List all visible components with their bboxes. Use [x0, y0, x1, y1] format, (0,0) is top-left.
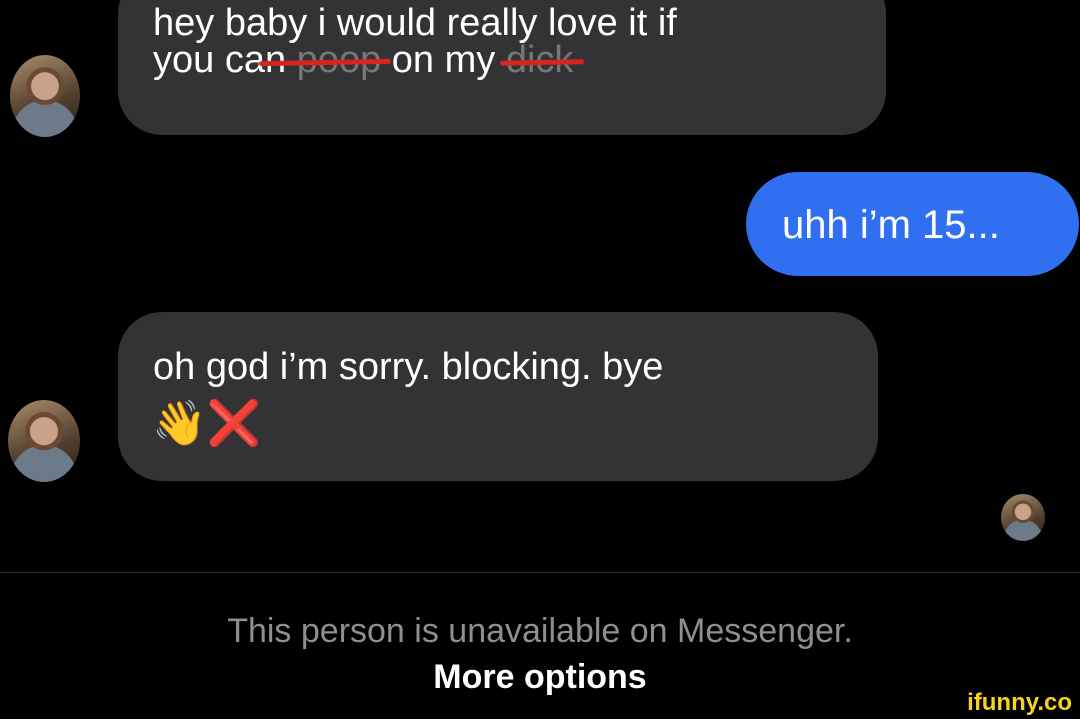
outgoing-message-bubble: uhh i’m 15... [746, 172, 1079, 276]
incoming-message-bubble: oh god i’m sorry. blocking. bye 👋❌ [118, 312, 878, 481]
message-text: oh god i’m sorry. blocking. bye [153, 346, 664, 388]
message-text-fragment: you ca [153, 39, 265, 81]
avatar[interactable] [8, 400, 80, 482]
message-text: uhh i’m 15... [782, 203, 1000, 247]
struck-word: dick [506, 36, 574, 84]
waving-hand-icon: 👋 [152, 399, 207, 448]
watermark: ifunny.co [967, 689, 1072, 716]
cross-mark-icon: ❌ [206, 399, 262, 448]
message-text-fragment: n [264, 39, 297, 81]
message-text-fragment: on my [381, 39, 496, 81]
divider [0, 572, 1080, 573]
redacted-text: n poop [265, 36, 381, 84]
unavailable-notice: This person is unavailable on Messenger. [227, 612, 853, 650]
more-options-button[interactable]: More options [0, 658, 1080, 697]
incoming-message-bubble: hey baby i would really love it if you c… [118, 0, 886, 135]
emoji-row: 👋❌ [152, 396, 262, 452]
message-text: you can poop on my dick [153, 36, 573, 84]
struck-word: poop [296, 39, 382, 81]
avatar[interactable] [10, 55, 80, 137]
read-receipt-avatar [1001, 494, 1045, 541]
